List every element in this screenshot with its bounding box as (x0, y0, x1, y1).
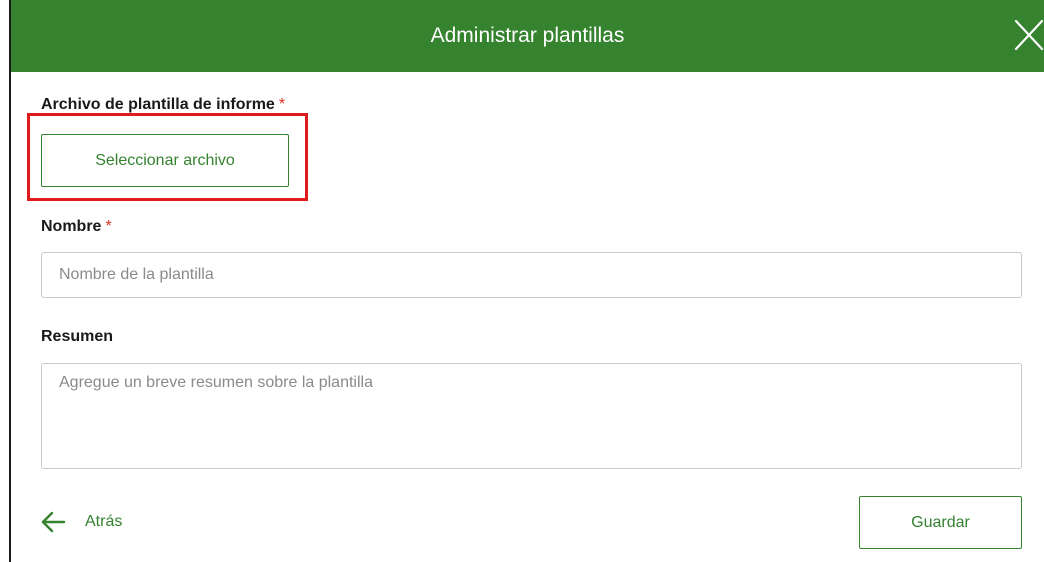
template-name-input[interactable]: Nombre de la plantilla (41, 252, 1022, 298)
dialog-title: Administrar plantillas (430, 24, 625, 47)
summary-textarea[interactable]: Agregue un breve resumen sobre la planti… (41, 363, 1022, 469)
name-label-text: Nombre (41, 218, 102, 235)
summary-label: Resumen (41, 328, 113, 346)
template-file-label-text: Archivo de plantilla de informe (41, 96, 275, 113)
template-file-label: Archivo de plantilla de informe * (41, 96, 285, 114)
window-frame-edge (9, 0, 11, 562)
back-label: Atrás (85, 513, 123, 530)
arrow-left-icon (41, 511, 66, 533)
summary-label-text: Resumen (41, 328, 114, 345)
dialog-header: Administrar plantillas (11, 0, 1044, 72)
select-file-button[interactable]: Seleccionar archivo (41, 134, 289, 187)
required-mark: * (278, 96, 286, 113)
name-label: Nombre * (41, 218, 112, 236)
back-link[interactable]: Atrás (40, 509, 122, 535)
save-button[interactable]: Guardar (859, 496, 1022, 549)
required-mark: * (105, 218, 112, 235)
close-icon[interactable] (1012, 15, 1044, 55)
